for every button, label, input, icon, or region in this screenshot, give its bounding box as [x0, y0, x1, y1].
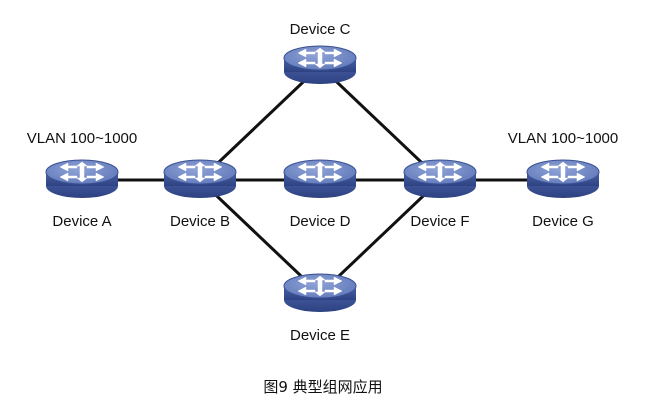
device-b: Device B	[163, 159, 237, 230]
switch-icon	[283, 45, 357, 85]
device-label: Device D	[290, 213, 351, 230]
switch-icon	[526, 159, 600, 199]
vlan-label-device-g: VLAN 100~1000	[508, 130, 619, 147]
device-c: Device C	[283, 21, 357, 85]
switch-icon	[283, 273, 357, 313]
device-d: Device D	[283, 159, 357, 230]
switch-icon	[283, 159, 357, 199]
device-a: Device A	[45, 159, 119, 230]
device-label: Device F	[410, 213, 469, 230]
switch-icon	[403, 159, 477, 199]
switch-icon	[45, 159, 119, 199]
switch-icon	[163, 159, 237, 199]
figure-caption: 图9 典型组网应用	[263, 378, 382, 396]
network-diagram: Device A Device B Device C Device D Device E…	[27, 21, 619, 396]
device-g: Device G	[526, 159, 600, 230]
device-f: Device F	[403, 159, 477, 230]
device-label: Device C	[290, 21, 351, 38]
nodes-layer: Device A Device B Device C Device D Device E…	[45, 21, 600, 344]
vlan-label-device-a: VLAN 100~1000	[27, 130, 138, 147]
device-label: Device G	[532, 213, 594, 230]
device-label: Device A	[52, 213, 111, 230]
device-label: Device E	[290, 327, 350, 344]
device-label: Device B	[170, 213, 230, 230]
device-e: Device E	[283, 273, 357, 344]
